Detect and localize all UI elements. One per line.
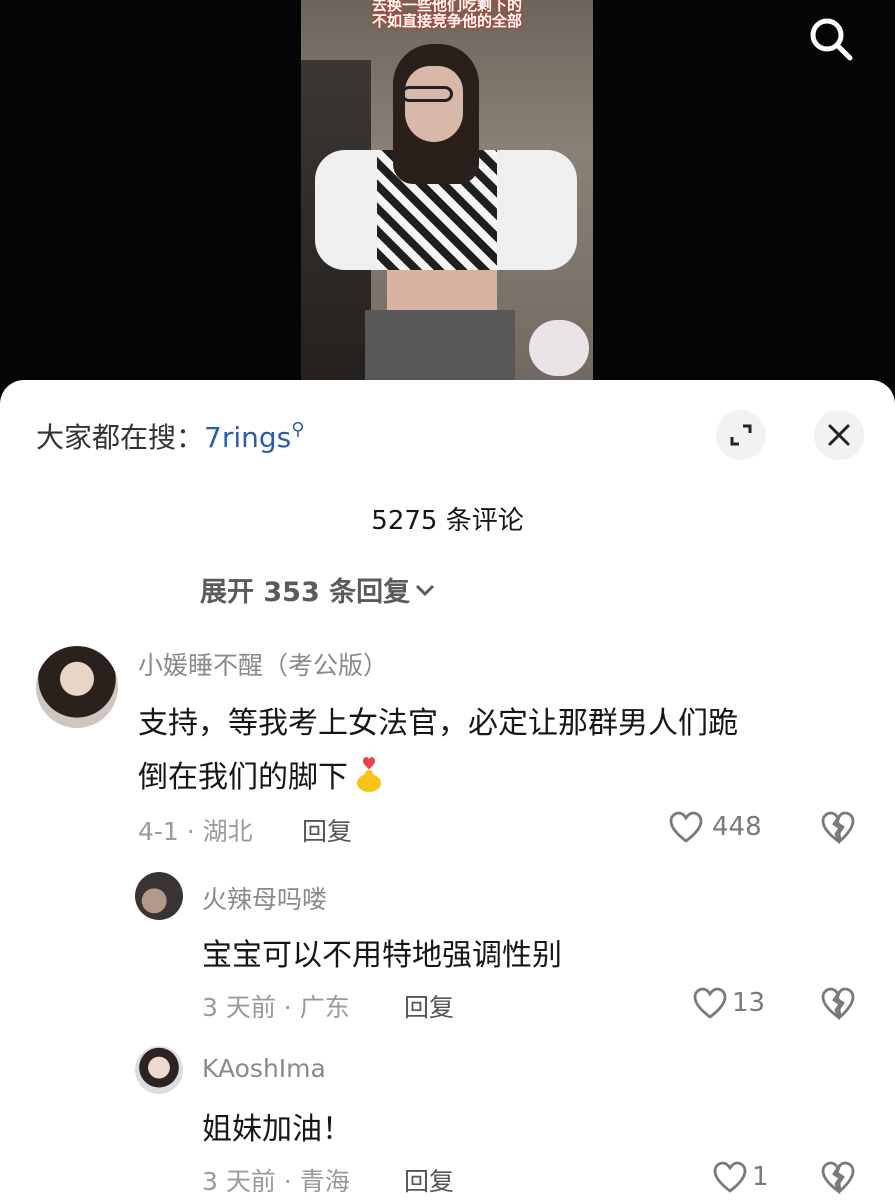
finger-heart-emoji [352, 753, 386, 793]
hot-search-bar[interactable]: 大家都在搜：7rings⚲ [36, 416, 304, 456]
person-midriff [387, 270, 497, 314]
search-button[interactable] [806, 14, 856, 64]
person-skirt [365, 310, 515, 380]
small-search-icon: ⚲ [291, 419, 305, 440]
comment-text-line-1: 支持，等我考上女法官，必定让那群男人们跪 [138, 706, 738, 741]
person-glasses [401, 86, 453, 102]
heart-outline-icon [693, 987, 727, 1019]
like-button[interactable]: 13 [692, 986, 765, 1020]
like-count: 448 [712, 812, 762, 842]
like-button[interactable]: 1 [712, 1160, 769, 1194]
comment-sheet: 大家都在搜：7rings⚲ 5275 条评论 展开 353 条回复 小媛睡不醒（… [0, 380, 895, 1200]
video-frame[interactable]: 去换一些他们吃剩下的 不如直接竞争他的全部 [301, 0, 593, 380]
broken-heart-icon [821, 987, 855, 1021]
reply-text: 宝宝可以不用特地强调性别 [202, 938, 562, 973]
reply-text: 姐妹加油！ [202, 1112, 352, 1147]
dislike-button[interactable] [820, 1160, 856, 1198]
broken-heart-icon [821, 1161, 855, 1195]
avatar[interactable] [135, 872, 183, 920]
expand-icon [730, 424, 752, 446]
video-caption-line-2: 不如直接竞争他的全部 [371, 12, 522, 30]
reply-meta: 3 天前 · 青海 [202, 1167, 350, 1196]
close-button[interactable] [814, 410, 864, 460]
hot-search-prefix: 大家都在搜： [36, 421, 205, 454]
hot-search-keyword[interactable]: 7rings [204, 421, 291, 454]
broken-heart-icon [821, 811, 855, 845]
search-icon [810, 18, 853, 61]
like-count: 13 [732, 988, 766, 1018]
dislike-button[interactable] [820, 986, 856, 1024]
person-face [405, 66, 463, 142]
reply-button[interactable]: 回复 [404, 988, 454, 1024]
expand-replies-label: 展开 353 条回复 [200, 577, 411, 608]
like-count: 1 [752, 1162, 769, 1192]
reply-meta: 3 天前 · 广东 [202, 993, 350, 1022]
plush-toy [529, 320, 589, 376]
dislike-button[interactable] [820, 810, 856, 848]
avatar[interactable] [36, 646, 118, 728]
comment-count-title: 5275 条评论 [371, 506, 524, 536]
avatar[interactable] [135, 1046, 183, 1094]
close-icon [828, 424, 850, 446]
video-player[interactable]: 去换一些他们吃剩下的 不如直接竞争他的全部 [0, 0, 895, 400]
comment-meta: 4-1 · 湖北 [138, 817, 253, 846]
comment-text-line-2: 倒在我们的脚下 [138, 760, 348, 795]
heart-outline-icon [713, 1161, 747, 1193]
reply-button[interactable]: 回复 [302, 812, 352, 848]
expand-replies-button[interactable]: 展开 353 条回复 [200, 570, 436, 609]
like-button[interactable]: 448 [668, 810, 762, 844]
comment-username[interactable]: 小媛睡不醒（考公版） [138, 646, 388, 682]
reply-button[interactable]: 回复 [404, 1162, 454, 1198]
reply-username[interactable]: 火辣母吗喽 [202, 880, 327, 916]
heart-outline-icon [669, 811, 703, 843]
chevron-down-icon [416, 584, 435, 596]
expand-button[interactable] [716, 410, 766, 460]
comment-text-line-2-wrap: 倒在我们的脚下 [138, 752, 386, 796]
reply-username[interactable]: KAoshIma [202, 1054, 326, 1083]
